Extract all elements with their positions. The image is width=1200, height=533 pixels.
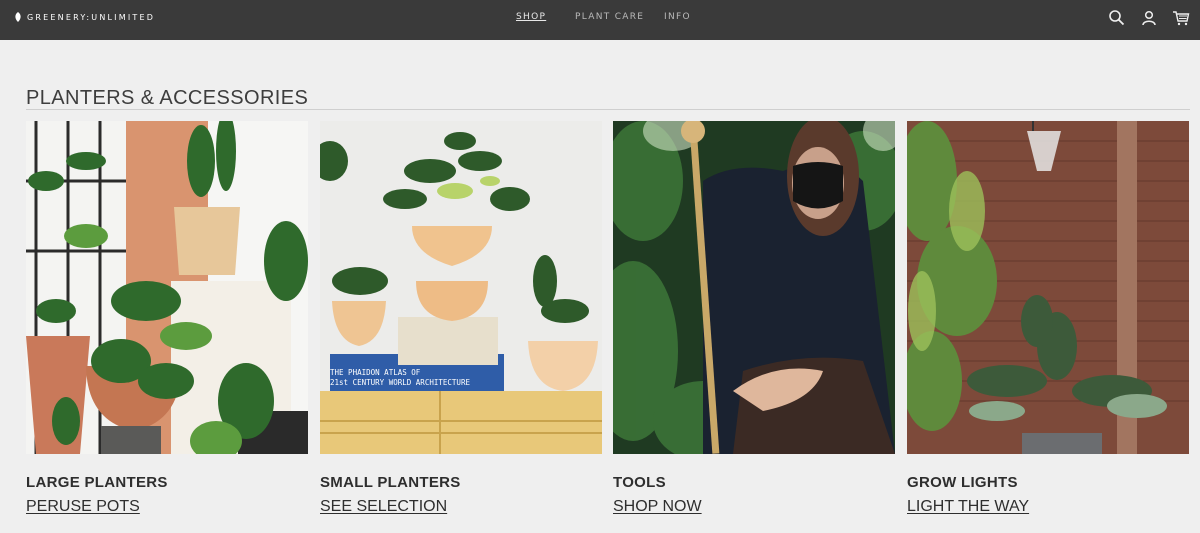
link-light-the-way[interactable]: LIGHT THE WAY <box>907 498 1029 516</box>
nav-plant-care[interactable]: PLANT CARE <box>575 12 644 22</box>
link-shop-now[interactable]: SHOP NOW <box>613 498 702 516</box>
grow-lights-image[interactable] <box>907 121 1189 454</box>
large-planters-image[interactable] <box>26 121 308 454</box>
link-peruse-pots[interactable]: PERUSE POTS <box>26 498 140 516</box>
category-grow-lights: GROW LIGHTS <box>907 474 1018 491</box>
section-divider <box>26 109 1190 110</box>
tools-image[interactable] <box>613 121 895 454</box>
main-nav: SHOP PLANT CARE INFO <box>0 12 1200 26</box>
cart-icon[interactable] <box>1172 9 1190 27</box>
search-icon[interactable] <box>1108 9 1126 27</box>
book-title-line-1: THE PHAIDON ATLAS OF <box>330 368 421 377</box>
nav-shop[interactable]: SHOP <box>516 12 546 22</box>
top-bar: GREENERY:UNLIMITED SHOP PLANT CARE INFO <box>0 0 1200 40</box>
link-see-selection[interactable]: SEE SELECTION <box>320 498 447 516</box>
category-large-planters: LARGE PLANTERS <box>26 474 168 491</box>
card-large-planters[interactable] <box>26 121 308 454</box>
category-tools: TOOLS <box>613 474 666 491</box>
book-title-line-2: 21st CENTURY WORLD ARCHITECTURE <box>330 378 470 387</box>
category-small-planters: SMALL PLANTERS <box>320 474 461 491</box>
card-small-planters[interactable]: THE PHAIDON ATLAS OF 21st CENTURY WORLD … <box>320 121 602 454</box>
header-icons <box>1108 9 1190 29</box>
card-tools[interactable] <box>613 121 895 454</box>
section-title: PLANTERS & ACCESSORIES <box>26 87 309 110</box>
nav-info[interactable]: INFO <box>664 12 691 22</box>
card-grow-lights[interactable] <box>907 121 1189 454</box>
small-planters-image[interactable]: THE PHAIDON ATLAS OF 21st CENTURY WORLD … <box>320 121 602 454</box>
account-icon[interactable] <box>1140 9 1158 27</box>
